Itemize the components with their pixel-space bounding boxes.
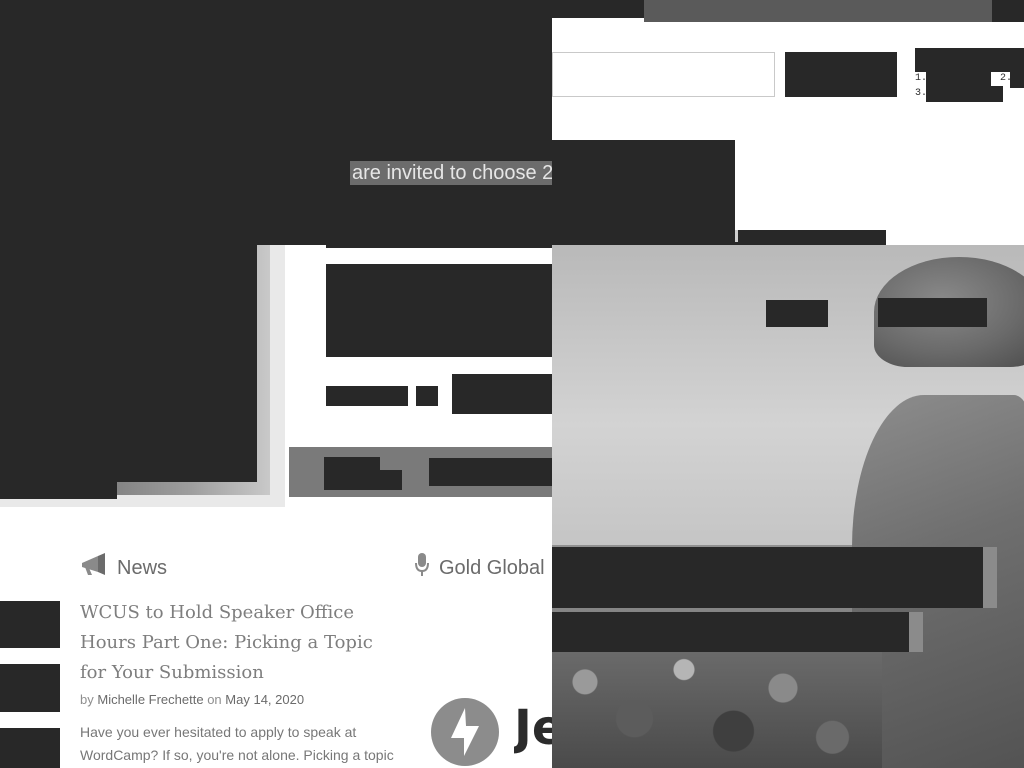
news-heading: News <box>80 553 167 583</box>
sponsor-logo-text[interactable]: Je <box>514 700 552 756</box>
redacted-news-thumb-1 <box>0 601 60 648</box>
page-canvas: 1. 2. 3. are invited to choose 2 News WC… <box>0 0 1024 768</box>
sponsors-heading-label: Gold Global <box>439 556 545 579</box>
redacted-middle-title-2 <box>326 344 552 357</box>
list-number-2: 2. <box>1000 73 1013 84</box>
news-post-excerpt: Have you ever hesitated to apply to spea… <box>80 724 394 763</box>
byline-on: on <box>207 692 222 707</box>
redacted-meta-3 <box>452 374 552 414</box>
top-strip-gray <box>644 0 992 22</box>
redacted-news-thumb-2 <box>0 664 60 712</box>
redacted-footer-1[interactable] <box>324 457 380 490</box>
banner-divider <box>735 230 738 242</box>
search-input[interactable] <box>552 52 775 97</box>
microphone-icon <box>415 553 429 583</box>
redacted-footer-2[interactable] <box>429 458 552 486</box>
hero-headline-edge <box>983 547 997 608</box>
redacted-meta-2 <box>416 386 438 406</box>
redacted-hero-subline <box>552 612 909 652</box>
redacted-hero-nav-1[interactable] <box>766 300 828 327</box>
redacted-nav-item-2[interactable] <box>1010 72 1024 88</box>
redacted-photo-caption <box>0 482 117 499</box>
redacted-nav-item-1[interactable] <box>926 72 991 86</box>
redacted-nav-block[interactable] <box>915 48 1024 72</box>
jetpack-logo-icon[interactable] <box>431 698 499 766</box>
search-button[interactable] <box>785 52 897 97</box>
redacted-top-right-corner <box>992 0 1024 22</box>
invite-text: are invited to choose 2 <box>350 161 556 185</box>
redacted-meta-1 <box>326 386 408 406</box>
byline-by: by <box>80 692 94 707</box>
hero-foliage <box>552 645 882 768</box>
redacted-news-thumb-3 <box>0 728 60 768</box>
redacted-photo-content <box>0 245 257 482</box>
sponsors-heading: Gold Global <box>415 553 545 583</box>
redacted-header-block <box>0 0 552 245</box>
news-post-byline: by Michelle Frechette on May 14, 2020 <box>80 692 304 707</box>
megaphone-icon <box>80 553 107 583</box>
post-date-link[interactable]: May 14, 2020 <box>225 692 304 707</box>
redacted-nav-item-3[interactable] <box>926 86 1003 102</box>
redacted-hero-nav-2[interactable] <box>878 298 987 327</box>
redacted-footer-1b <box>380 470 402 490</box>
redacted-hero-headline <box>552 547 983 608</box>
list-number-1: 1. <box>915 73 928 84</box>
news-heading-label: News <box>117 556 168 579</box>
redacted-top-strip <box>552 0 644 18</box>
news-post-title[interactable]: WCUS to Hold Speaker Office Hours Part O… <box>80 598 400 688</box>
hero-subline-edge <box>909 612 923 652</box>
redacted-banner-block <box>552 140 735 243</box>
post-author-link[interactable]: Michelle Frechette <box>97 692 203 707</box>
list-number-3: 3. <box>915 88 928 99</box>
